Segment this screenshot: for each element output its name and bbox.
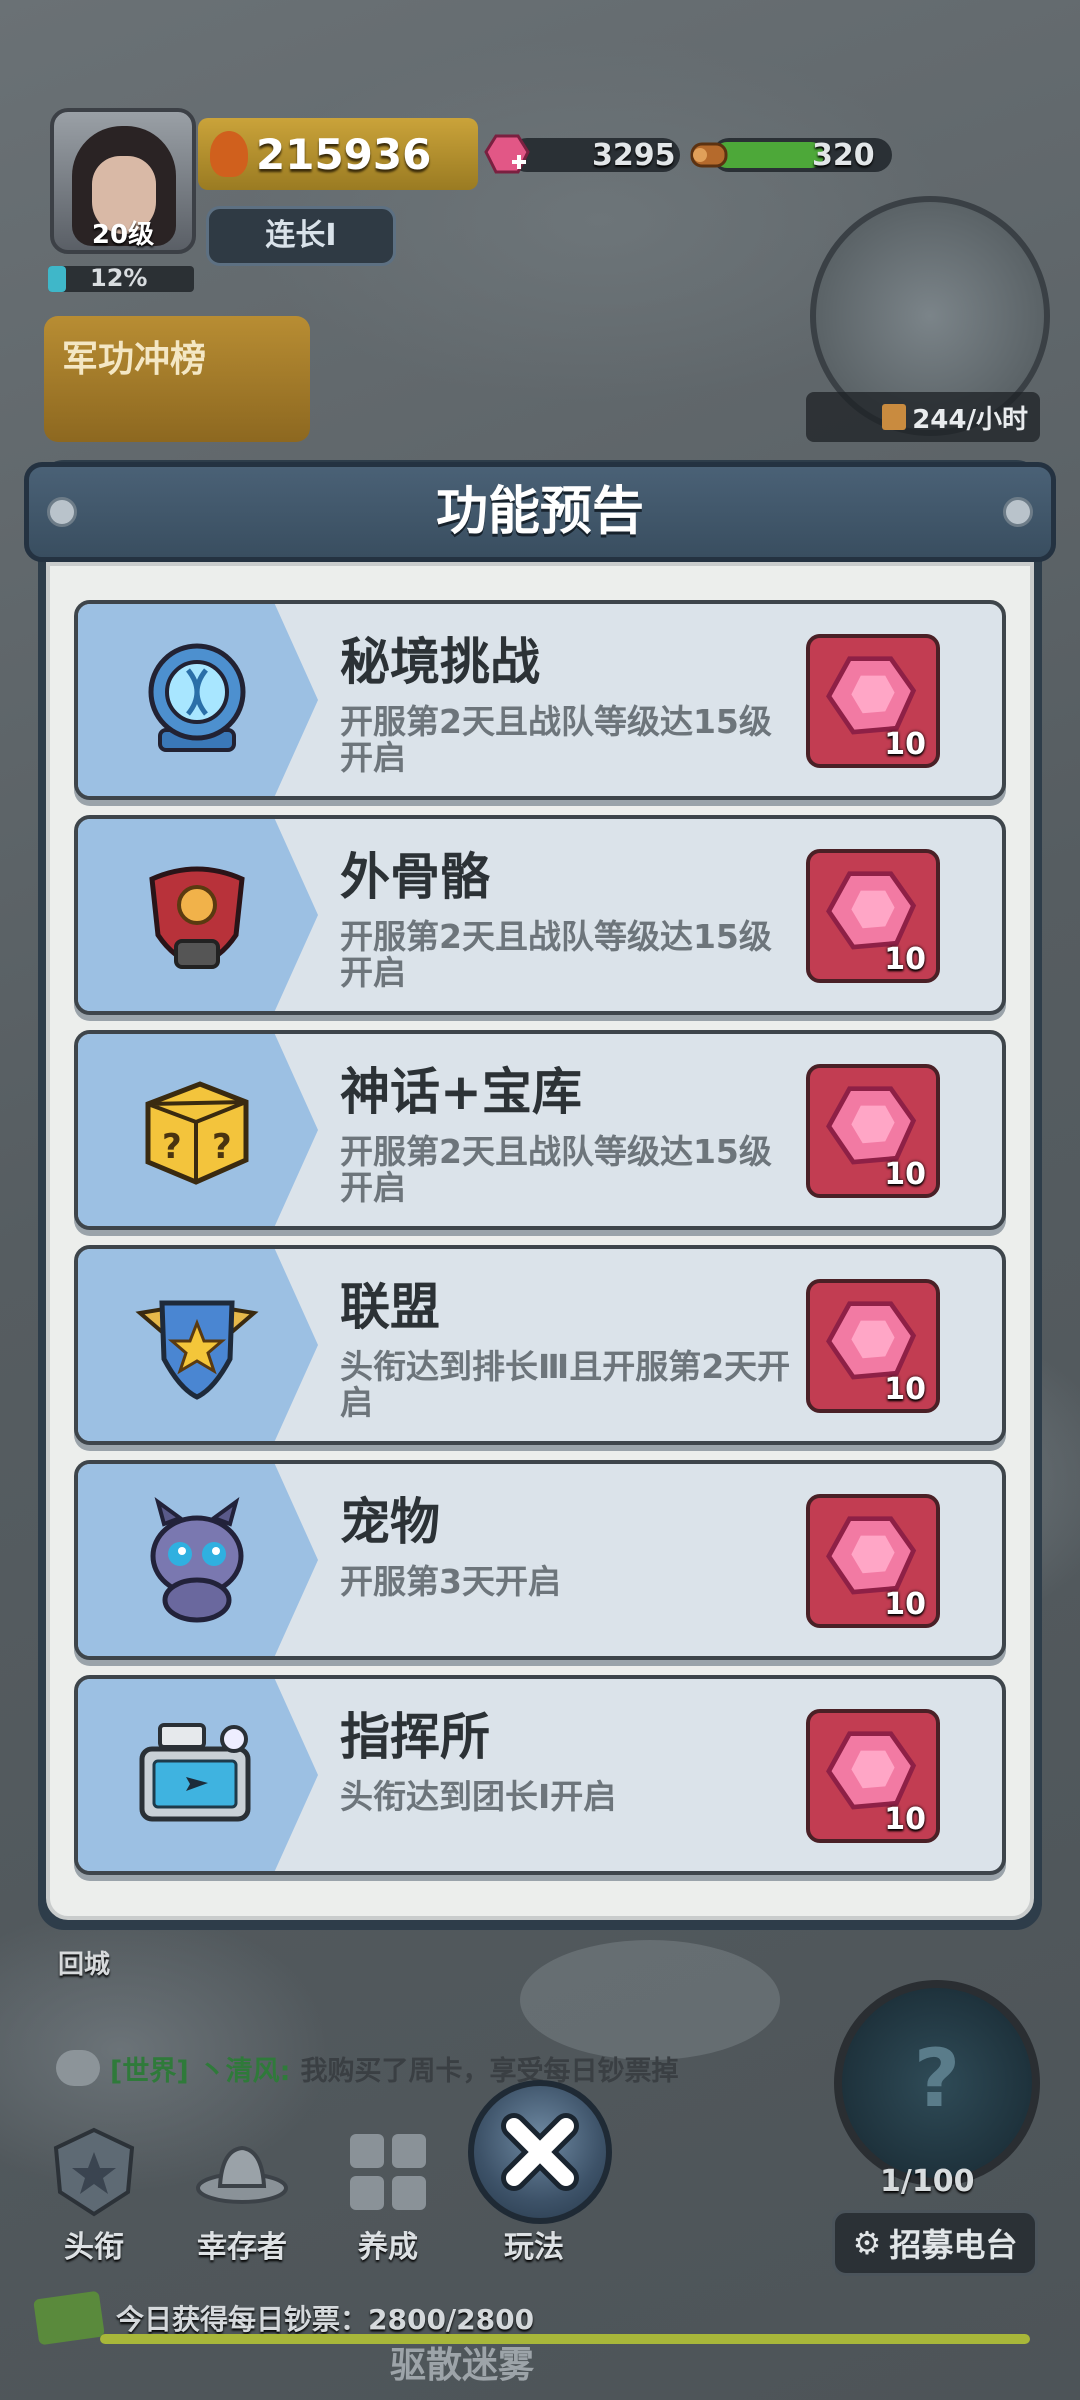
mystery-box-icon: ? ? (145, 1081, 249, 1185)
chat-sender: 丶清风: (198, 2055, 291, 2087)
cowboy-hat-icon (196, 2145, 288, 2204)
close-icon (501, 2113, 579, 2191)
question-mark-icon: ? (913, 2032, 961, 2125)
svg-text:?: ? (212, 1127, 232, 1167)
gem-value: 3295 (592, 137, 676, 173)
portal-device-icon (148, 643, 246, 752)
pink-gem-icon (484, 134, 530, 174)
rivet-icon (1003, 497, 1033, 527)
feature-title: 秘境挑战 (340, 633, 540, 691)
shield-star-icon (135, 1300, 259, 1400)
dialog-title: 功能预告 (435, 482, 644, 542)
svg-text:?: ? (162, 1127, 182, 1167)
wood-log-icon (690, 142, 728, 168)
chat-bubble-icon (56, 2050, 100, 2086)
return-city-button[interactable]: 回城 (58, 1944, 110, 1981)
event-ranking-button[interactable]: 军功冲榜 (44, 316, 310, 442)
wood-value: 320 (812, 137, 875, 173)
nav-survivors[interactable]: 幸存者 (172, 2126, 312, 2266)
gear-icon: ⚙ (852, 2224, 882, 2262)
dialog-header: 功能预告 (24, 462, 1056, 562)
gem-resource[interactable]: 3295 (484, 132, 680, 178)
cash-stack-icon (33, 2290, 105, 2346)
gem-reward[interactable]: 10 (806, 849, 940, 983)
badge-star-icon (53, 2127, 135, 2217)
armor-chest-icon (149, 866, 245, 969)
power-display[interactable]: 215936 (198, 118, 478, 190)
feature-title: 神话+宝库 (340, 1063, 582, 1121)
feature-card[interactable]: 秘境挑战 开服第2天且战队等级达15级开启 10 (74, 600, 1006, 800)
gem-reward[interactable]: 10 (806, 1494, 940, 1628)
command-post-icon (139, 1723, 251, 1822)
feature-unlock-condition: 开服第2天且战队等级达15级开启 (340, 702, 772, 777)
rank-title-button[interactable]: 连长Ⅰ (206, 206, 396, 266)
event-ranking-label: 军功冲榜 (62, 339, 207, 380)
feature-card[interactable]: 外骨骼 开服第2天且战队等级达15级开启 10 (74, 815, 1006, 1015)
feature-unlock-condition: 开服第3天开启 (340, 1562, 561, 1601)
power-value: 215936 (256, 129, 432, 179)
gem-reward[interactable]: 10 (806, 634, 940, 768)
gem-reward[interactable]: 10 (806, 1709, 940, 1843)
feature-title: 外骨骼 (340, 848, 490, 906)
feature-title: 宠物 (340, 1493, 440, 1551)
reward-count: 10 (884, 1157, 926, 1192)
world-chat-bar[interactable]: [世界] 丶清风: 我购买了周卡，享受每日钞票掉 (56, 2040, 706, 2096)
feature-unlock-condition: 开服第2天且战队等级达15级开启 (340, 1132, 772, 1207)
feature-unlock-condition: 头衔达到排长Ⅲ且开服第2天开启 (340, 1347, 791, 1422)
production-rate: 244/小时 (806, 392, 1040, 442)
gem-reward[interactable]: 10 (806, 1279, 940, 1413)
reward-count: 10 (884, 727, 926, 762)
grid-squares-icon (350, 2134, 426, 2210)
exp-percent: 12% (90, 264, 148, 292)
close-dialog-button[interactable] (468, 2080, 612, 2224)
dispel-fog-hint: 驱散迷雾 (390, 2345, 535, 2386)
feature-title: 联盟 (340, 1278, 440, 1336)
chat-message: 我购买了周卡，享受每日钞票掉 (300, 2055, 679, 2087)
feature-card[interactable]: 联盟 头衔达到排长Ⅲ且开服第2天开启 10 (74, 1245, 1006, 1445)
feature-card[interactable]: 指挥所 头衔达到团长Ⅰ开启 10 (74, 1675, 1006, 1875)
feature-card[interactable]: ? ? 神话+宝库 开服第2天且战队等级达15级开启 10 (74, 1030, 1006, 1230)
wood-resource[interactable]: 320 (686, 132, 892, 178)
feature-title: 指挥所 (340, 1708, 490, 1766)
gem-reward[interactable]: 10 (806, 1064, 940, 1198)
flame-icon (210, 131, 248, 177)
chat-channel: [世界] (110, 2055, 189, 2087)
recruit-radio-button[interactable]: ⚙ 招募电台 (832, 2210, 1038, 2276)
daily-cash-text: 今日获得每日钞票：2800/2800 (116, 2303, 535, 2336)
nav-title[interactable]: 头衔 (24, 2126, 164, 2266)
pet-creature-icon (150, 1497, 244, 1623)
crate-icon (882, 404, 907, 430)
daily-cash-bar (100, 2334, 1030, 2344)
feature-unlock-condition: 头衔达到团长Ⅰ开启 (340, 1777, 617, 1816)
reward-count: 10 (884, 1802, 926, 1837)
radar-button[interactable]: ? (834, 1980, 1040, 2186)
reward-count: 10 (884, 942, 926, 977)
rivet-icon (47, 497, 77, 527)
nav-development[interactable]: 养成 (318, 2126, 458, 2266)
reward-count: 10 (884, 1372, 926, 1407)
player-level: 20级 (91, 220, 155, 250)
feature-unlock-condition: 开服第2天且战队等级达15级开启 (340, 917, 772, 992)
feature-card[interactable]: 宠物 开服第3天开启 10 (74, 1460, 1006, 1660)
radar-count: 1/100 (880, 2164, 975, 2199)
reward-count: 10 (884, 1587, 926, 1622)
